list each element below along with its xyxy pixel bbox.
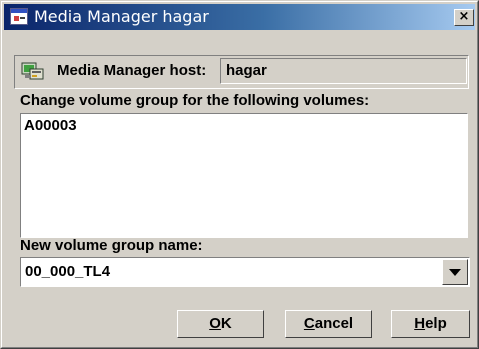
title-bar[interactable]: Media Manager hagar × [4,4,475,30]
dialog-window: Media Manager hagar × Media Manager host… [0,0,479,349]
window-title: Media Manager hagar [34,7,209,26]
chevron-down-icon [449,269,461,276]
volumes-label: Change volume group for the following vo… [20,92,370,109]
new-group-label: New volume group name: [20,237,203,254]
volume-list[interactable]: A00003 [20,113,468,238]
help-mnemonic: H [414,315,426,332]
cancel-button[interactable]: Cancel [285,310,372,338]
host-field: hagar [220,58,467,84]
ok-label-rest: K [220,315,232,332]
ok-button[interactable]: OK [177,310,264,338]
close-icon: × [458,9,470,24]
help-label-rest: elp [425,315,447,332]
app-icon [10,8,28,25]
cancel-mnemonic: C [303,315,315,332]
dropdown-button[interactable] [442,259,468,285]
host-value: hagar [226,62,267,79]
list-item[interactable]: A00003 [24,117,77,135]
volume-group-value: 00_000_TL4 [25,263,111,280]
help-button[interactable]: Help [391,310,470,338]
close-button[interactable]: × [454,9,474,26]
ok-mnemonic: O [209,315,221,332]
volume-group-combobox[interactable]: 00_000_TL4 [20,257,470,287]
cancel-label-rest: ancel [314,315,354,332]
server-icon [21,60,45,82]
host-label: Media Manager host: [57,62,207,79]
